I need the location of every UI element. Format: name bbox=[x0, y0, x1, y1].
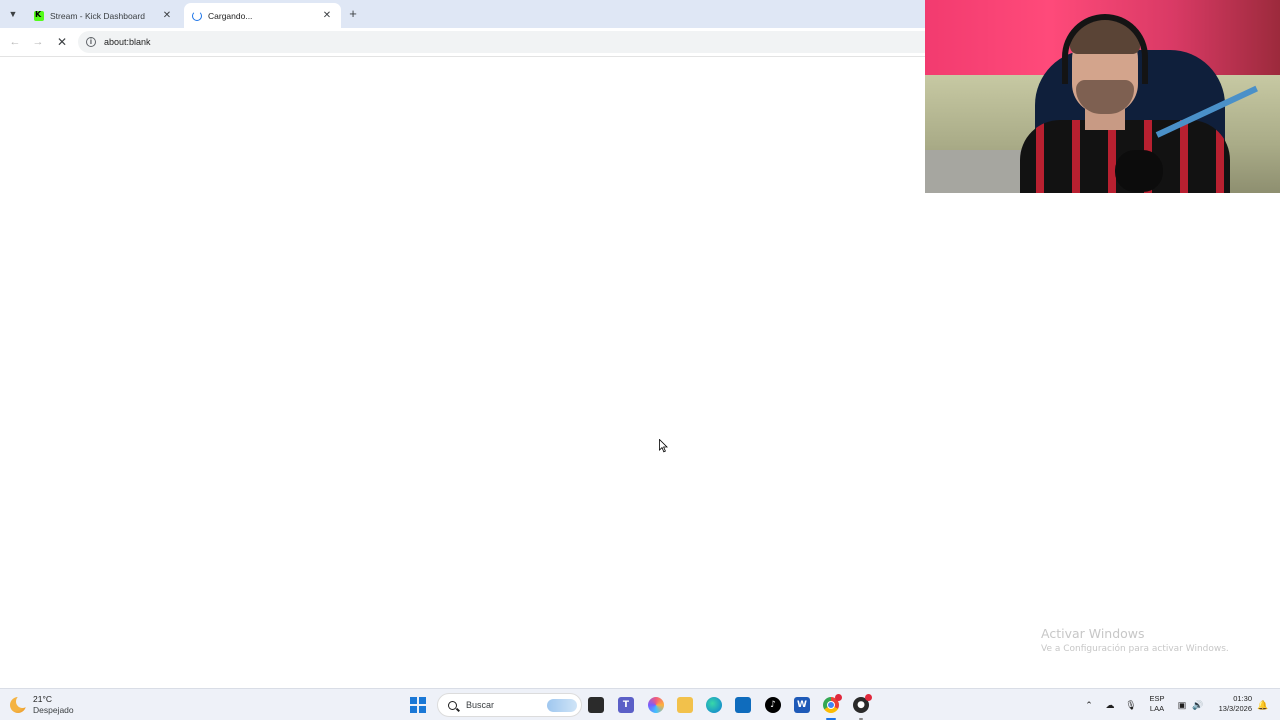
taskbar: 21°C Despejado Buscar T ♪ W ● ⌃ ☁ 🎙 ESP bbox=[0, 688, 1280, 720]
screen: ▼ Stream - Kick Dashboard ✕ Cargando... … bbox=[0, 0, 1280, 720]
search-icon bbox=[448, 700, 457, 710]
search-highlight-icon bbox=[547, 699, 577, 712]
notification-badge bbox=[835, 694, 842, 701]
watermark-title: Activar Windows bbox=[1041, 626, 1145, 641]
clock[interactable]: 01:30 13/3/2026 bbox=[1212, 694, 1252, 714]
search-label: Buscar bbox=[466, 700, 495, 710]
copilot-icon[interactable] bbox=[648, 697, 664, 713]
watermark-subtitle: Ve a Configuración para activar Windows. bbox=[1041, 644, 1229, 654]
store-icon[interactable] bbox=[735, 697, 751, 713]
address-url[interactable]: about:blank bbox=[104, 37, 151, 47]
new-tab-button[interactable]: + bbox=[345, 5, 361, 21]
microphone-icon[interactable]: 🎙 bbox=[1125, 698, 1137, 712]
microphone bbox=[1115, 150, 1163, 192]
notification-bell-icon[interactable]: 🔔 bbox=[1257, 698, 1269, 712]
weather-temp: 21°C bbox=[33, 694, 52, 704]
clock-time: 01:30 bbox=[1233, 694, 1252, 703]
tab-search-chevron-icon[interactable]: ▼ bbox=[4, 5, 22, 23]
taskbar-search-box[interactable]: Buscar bbox=[437, 693, 582, 717]
network-icon[interactable]: ▣ bbox=[1175, 698, 1189, 712]
windows-start-icon[interactable] bbox=[410, 697, 426, 713]
word-icon[interactable]: W bbox=[794, 697, 810, 713]
keyboard-layout: LAA bbox=[1149, 704, 1165, 713]
show-hidden-icons-chevron-icon[interactable]: ⌃ bbox=[1083, 698, 1095, 712]
back-arrow-icon[interactable]: ← bbox=[6, 33, 24, 51]
moon-weather-icon bbox=[10, 695, 29, 713]
tab-close-icon[interactable]: ✕ bbox=[321, 10, 333, 21]
forward-arrow-icon[interactable]: → bbox=[29, 33, 47, 51]
notification-badge bbox=[865, 694, 872, 701]
kick-icon bbox=[34, 10, 44, 21]
tab-close-icon[interactable]: ✕ bbox=[161, 10, 173, 21]
weather-widget[interactable]: 21°C Despejado bbox=[10, 694, 74, 716]
volume-icon[interactable]: 🔊 bbox=[1192, 698, 1204, 712]
language-indicator[interactable]: ESP LAA bbox=[1146, 694, 1168, 714]
tab-title: Stream - Kick Dashboard bbox=[50, 10, 145, 21]
teams-icon[interactable]: T bbox=[618, 697, 634, 713]
stop-icon[interactable]: ✕ bbox=[53, 33, 71, 51]
task-view-icon[interactable] bbox=[588, 697, 604, 713]
cloud-sync-icon[interactable]: ☁ bbox=[1103, 698, 1117, 712]
activate-windows-watermark: Activar Windows Ve a Configuración para … bbox=[1041, 626, 1229, 654]
tab-title: Cargando... bbox=[208, 10, 253, 21]
tiktok-icon[interactable]: ♪ bbox=[765, 697, 781, 713]
file-explorer-icon[interactable] bbox=[677, 697, 693, 713]
webcam-overlay bbox=[925, 0, 1280, 193]
mouse-cursor-icon bbox=[659, 439, 668, 453]
loading-spinner-icon bbox=[192, 10, 202, 21]
weather-condition: Despejado bbox=[33, 705, 74, 715]
tab-kick-dashboard[interactable]: Stream - Kick Dashboard ✕ bbox=[26, 3, 181, 28]
clock-date: 13/3/2026 bbox=[1218, 704, 1252, 713]
language-code: ESP bbox=[1149, 694, 1165, 703]
info-icon[interactable]: i bbox=[86, 37, 96, 47]
tab-loading[interactable]: Cargando... ✕ bbox=[184, 3, 341, 28]
edge-icon[interactable] bbox=[706, 697, 722, 713]
